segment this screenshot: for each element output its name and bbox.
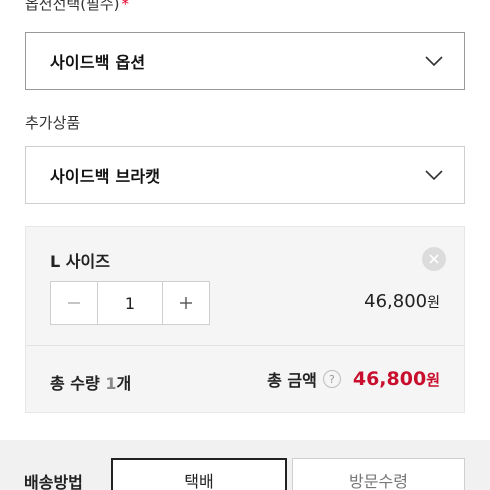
quantity-input[interactable]: 1 <box>97 282 163 324</box>
option-select-value: 사이드백 옵션 <box>50 53 146 72</box>
total-amount: 총 금액 ? 46,800원 <box>267 367 440 391</box>
selected-item-name: L 사이즈 <box>50 252 110 271</box>
increase-quantity-button[interactable] <box>163 282 209 324</box>
addon-select-dropdown[interactable]: 사이드백 브라캣 <box>25 146 465 204</box>
item-price: 46,800원 <box>364 291 440 312</box>
plus-icon <box>180 297 192 309</box>
total-amount-price: 46,800원 <box>353 368 440 390</box>
total-quantity: 총 수량 1개 <box>50 370 131 394</box>
chevron-down-icon <box>425 56 443 67</box>
chevron-down-icon <box>425 170 443 181</box>
shipping-method-label: 배송방법 <box>24 473 83 490</box>
option-select-label: 옵션선택(필수) * <box>25 0 129 14</box>
option-select-dropdown[interactable]: 사이드백 옵션 <box>25 32 465 90</box>
total-quantity-unit: 개 <box>116 374 132 393</box>
addon-select-label: 추가상품 <box>25 114 81 132</box>
item-price-unit: 원 <box>427 295 440 311</box>
total-amount-label: 총 금액 <box>267 371 317 390</box>
quantity-stepper: 1 <box>50 281 210 325</box>
selected-item-panel: L 사이즈 1 46,800원 총 수량 1개 총 금액 ? 46,800원 <box>25 226 465 413</box>
summary-divider <box>26 345 464 346</box>
addon-select-value: 사이드백 브라캣 <box>50 167 161 186</box>
total-quantity-label: 총 수량 <box>50 374 100 393</box>
required-mark: * <box>121 0 130 13</box>
remove-item-button[interactable] <box>422 247 446 271</box>
question-icon[interactable]: ? <box>322 370 341 388</box>
total-amount-value: 46,800 <box>352 368 427 390</box>
total-amount-unit: 원 <box>426 371 440 389</box>
decrease-quantity-button[interactable] <box>51 282 97 324</box>
total-quantity-value: 1 <box>105 374 117 393</box>
shipping-option-delivery[interactable]: 택배 <box>111 458 287 490</box>
shipping-option-pickup[interactable]: 방문수령 <box>292 458 465 490</box>
close-icon <box>429 254 439 264</box>
minus-icon <box>68 302 80 304</box>
item-price-value: 46,800 <box>364 291 428 312</box>
option-label-text: 옵션선택(필수) <box>25 0 120 13</box>
